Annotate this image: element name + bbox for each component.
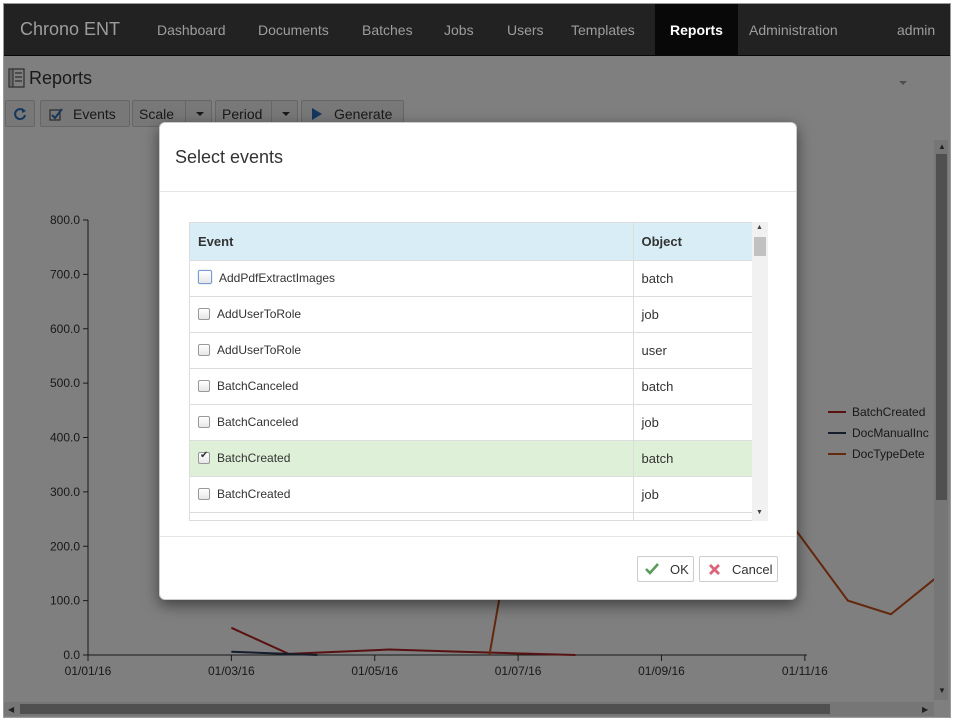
cancel-button-label: Cancel — [732, 561, 773, 577]
object-cell: user — [633, 332, 752, 369]
close-icon — [709, 563, 720, 575]
nav-templates[interactable]: Templates — [556, 4, 650, 56]
event-checkbox[interactable] — [198, 307, 210, 320]
brand-logo[interactable]: Chrono ENT — [20, 19, 120, 40]
nav-jobs[interactable]: Jobs — [429, 4, 489, 56]
ok-button[interactable]: OK — [637, 556, 694, 582]
table-row[interactable] — [190, 512, 752, 520]
event-cell: AddUserToRole — [190, 332, 634, 369]
user-menu-label: admin — [897, 22, 936, 38]
events-table-scroll-thumb[interactable] — [754, 237, 766, 256]
event-cell: AddUserToRole — [190, 296, 634, 333]
table-row[interactable]: BatchCreated job — [190, 476, 752, 513]
event-checkbox[interactable] — [198, 415, 210, 428]
events-table-body: AddPdfExtractImages batch AddUserToRole job… — [190, 260, 752, 520]
table-row[interactable]: AddPdfExtractImages batch — [190, 260, 752, 297]
event-name: BatchCanceled — [217, 379, 299, 393]
event-name: AddUserToRole — [217, 343, 302, 357]
event-checkbox[interactable] — [198, 450, 210, 464]
nav-users[interactable]: Users — [492, 4, 559, 56]
top-navbar: Chrono ENT Dashboard Documents Batches J… — [4, 4, 950, 86]
event-name: BatchCanceled — [217, 415, 299, 429]
object-cell: batch — [633, 260, 752, 297]
nav-batches[interactable]: Batches — [347, 4, 428, 56]
object-cell — [633, 512, 752, 520]
object-cell: job — [633, 476, 752, 513]
event-name: BatchCreated — [217, 451, 291, 465]
dialog-header: Select events — [160, 123, 796, 192]
checkmark-icon — [645, 563, 659, 575]
event-cell: BatchCreated — [190, 440, 634, 477]
event-checkbox[interactable] — [198, 379, 210, 392]
events-table-container: Event Object AddPdfExtractImages batch Add… — [189, 222, 752, 521]
object-cell: job — [633, 296, 752, 333]
table-row[interactable]: AddUserToRole job — [190, 296, 752, 333]
table-row[interactable]: AddUserToRole user — [190, 332, 752, 369]
event-name: BatchCreated — [217, 487, 291, 501]
nav-reports[interactable]: Reports — [655, 4, 738, 56]
ok-button-label: OK — [670, 561, 689, 577]
object-cell: batch — [633, 368, 752, 405]
cancel-button[interactable]: Cancel — [699, 556, 778, 582]
dialog-title: Select events — [175, 147, 284, 167]
table-row[interactable]: BatchCanceled batch — [190, 368, 752, 405]
column-header-event[interactable]: Event — [190, 223, 634, 261]
event-checkbox[interactable] — [198, 487, 210, 500]
event-cell: AddPdfExtractImages — [190, 260, 634, 297]
event-checkbox[interactable] — [198, 343, 210, 356]
nav-administration[interactable]: Administration — [734, 4, 853, 56]
events-table-scrollbar[interactable]: ▲ ▼ — [752, 222, 768, 521]
event-cell: BatchCreated — [190, 476, 634, 513]
nav-documents[interactable]: Documents — [243, 4, 344, 56]
event-name: AddPdfExtractImages — [219, 270, 336, 285]
event-checkbox[interactable] — [198, 270, 212, 285]
select-events-dialog: Select events Event Object AddPdfExtract… — [159, 122, 797, 600]
dialog-footer: OK Cancel — [160, 536, 796, 599]
table-row[interactable]: BatchCanceled job — [190, 404, 752, 441]
event-cell: BatchCanceled — [190, 404, 634, 441]
table-header-row: Event Object — [190, 223, 752, 261]
events-table: Event Object AddPdfExtractImages batch Add… — [190, 223, 752, 520]
object-cell: job — [633, 404, 752, 441]
user-menu[interactable]: admin — [882, 4, 950, 86]
nav-dashboard[interactable]: Dashboard — [142, 4, 241, 56]
scroll-up-arrow-icon[interactable]: ▲ — [756, 224, 763, 231]
column-header-object[interactable]: Object — [633, 223, 752, 261]
table-row[interactable]: BatchCreated batch — [190, 440, 752, 477]
event-name: AddUserToRole — [217, 307, 302, 321]
object-cell: batch — [633, 440, 752, 477]
scroll-down-arrow-icon[interactable]: ▼ — [756, 509, 763, 516]
event-cell: BatchCanceled — [190, 368, 634, 405]
event-cell — [190, 512, 634, 520]
